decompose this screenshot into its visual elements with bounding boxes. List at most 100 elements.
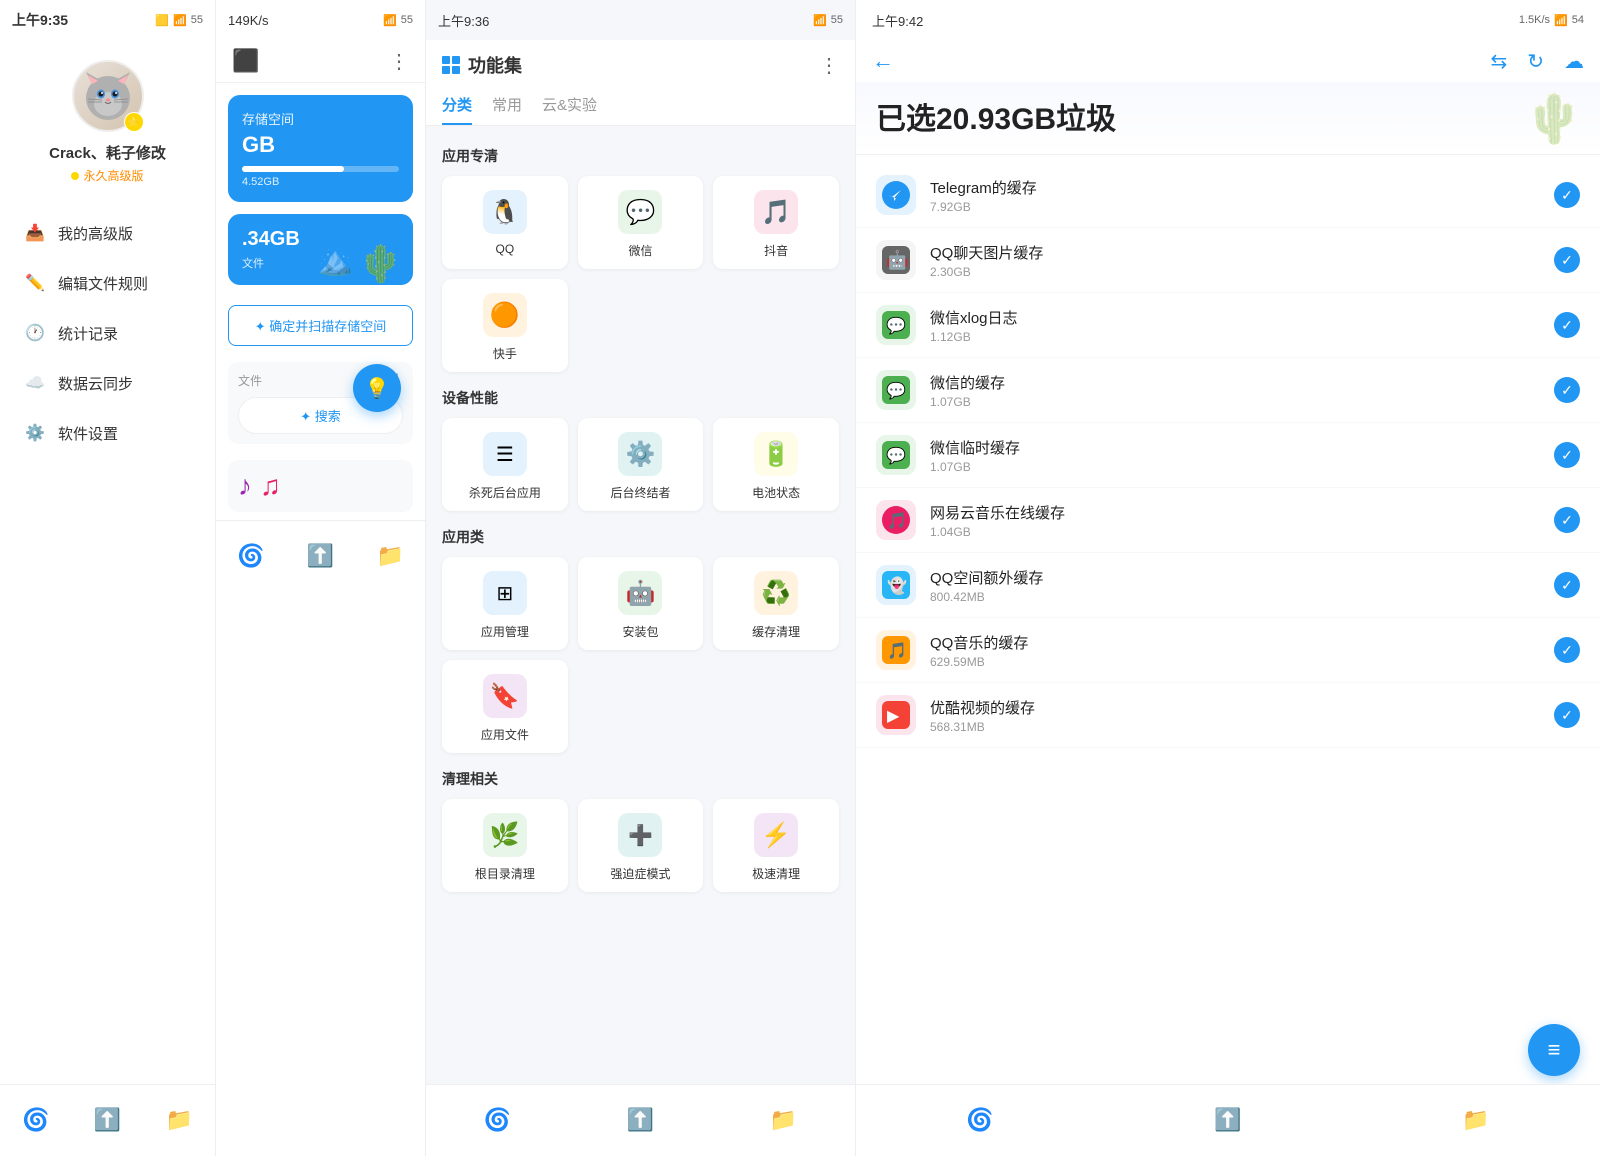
more-icon-3[interactable]: ⋮ [819, 53, 839, 78]
menu-item-stats[interactable]: 🕐 统计记录 [0, 308, 215, 358]
wechat-xlog-info: 微信xlog日志 1.12GB [930, 307, 1554, 344]
telegram-info: Telegram的缓存 7.92GB [930, 177, 1554, 214]
app-files-icon-wrapper: 🔖 [483, 674, 527, 718]
carousel-icon[interactable]: ⬛ [232, 48, 259, 74]
wechat-tmp-size: 1.07GB [930, 460, 1554, 474]
feature-cache-clean[interactable]: ♻️ 缓存清理 [713, 557, 839, 650]
clean-fab[interactable]: ≡ [1528, 1024, 1580, 1076]
tab-category[interactable]: 分类 [442, 94, 472, 125]
menu-item-cloud[interactable]: ☁️ 数据云同步 [0, 358, 215, 408]
junk-item-wechat-cache[interactable]: 💬 微信的缓存 1.07GB ✓ [856, 358, 1600, 423]
storage-used: 4.52GB [242, 176, 399, 188]
feature-kill-bg[interactable]: ☰ 杀死后台应用 [442, 418, 568, 511]
kuaishou-icon-wrapper: 🟠 [483, 293, 527, 337]
kuaishou-icon: 🟠 [490, 301, 520, 330]
menu-item-premium[interactable]: 📥 我的高级版 [0, 208, 215, 258]
junk-item-netease[interactable]: 🎵 网易云音乐在线缓存 1.04GB ✓ [856, 488, 1600, 553]
tab-common[interactable]: 常用 [492, 94, 522, 125]
qq-chat-info: QQ聊天图片缓存 2.30GB [930, 242, 1554, 279]
feature-grid-clean: 🌿 根目录清理 ➕ 强迫症模式 ⚡ 极速清理 [442, 799, 839, 892]
avatar-wrapper[interactable]: ⭐ [72, 60, 144, 132]
nav-move-4[interactable]: ⬆️ [1202, 1099, 1253, 1143]
stats-icon: 🕐 [24, 322, 46, 344]
youku-info: 优酷视频的缓存 568.31MB [930, 697, 1554, 734]
feature-bg-killer[interactable]: ⚙️ 后台终结者 [578, 418, 704, 511]
wechat-xlog-name: 微信xlog日志 [930, 307, 1554, 328]
nav-clean-4[interactable]: 🌀 [954, 1099, 1005, 1143]
junk-list[interactable]: Telegram的缓存 7.92GB ✓ 🤖 QQ聊天图片缓存 2.30GB ✓… [856, 155, 1600, 1156]
profile-section: ⭐ Crack、耗子修改 永久高级版 [0, 40, 215, 200]
cactus-deco: 🌵 [358, 243, 403, 285]
feature-ocd[interactable]: ➕ 强迫症模式 [578, 799, 704, 892]
netease-check[interactable]: ✓ [1554, 507, 1580, 533]
feature-app-mgr[interactable]: ⊞ 应用管理 [442, 557, 568, 650]
junk-item-wechat-xlog[interactable]: 💬 微信xlog日志 1.12GB ✓ [856, 293, 1600, 358]
nav-clean-3[interactable]: 🌀 [472, 1099, 523, 1143]
back-btn[interactable]: ← [872, 48, 894, 74]
netease-info: 网易云音乐在线缓存 1.04GB [930, 502, 1554, 539]
nav-clean-2[interactable]: 🌀 [225, 535, 276, 579]
float-action-btn-2[interactable]: 💡 [353, 364, 401, 412]
feature-fast-clean[interactable]: ⚡ 极速清理 [713, 799, 839, 892]
svg-text:🤖: 🤖 [886, 249, 908, 270]
panel-sidebar: 上午9:35 🟨 📶 55 [0, 0, 215, 1156]
username: Crack、耗子修改 [49, 142, 166, 163]
feature-wechat[interactable]: 💬 微信 [578, 176, 704, 269]
youku-size: 568.31MB [930, 720, 1554, 734]
dir-clean-icon: 🌿 [490, 821, 520, 850]
more-icon-2[interactable]: ⋮ [389, 49, 409, 74]
wechat-xlog-check[interactable]: ✓ [1554, 312, 1580, 338]
wechat-cache-name: 微信的缓存 [930, 372, 1554, 393]
qq-music-check[interactable]: ✓ [1554, 637, 1580, 663]
nav-folder-4[interactable]: 📁 [1450, 1099, 1501, 1143]
feature-apk[interactable]: 🤖 安装包 [578, 557, 704, 650]
wechat-icon: 💬 [626, 198, 656, 227]
refresh-icon[interactable]: ↻ [1527, 49, 1544, 74]
wechat-cache-check[interactable]: ✓ [1554, 377, 1580, 403]
nav-folder-2[interactable]: 📁 [364, 535, 415, 579]
qq-chat-app-icon: 🤖 [876, 240, 916, 280]
qq-space-check[interactable]: ✓ [1554, 572, 1580, 598]
qq-space-name: QQ空间额外缓存 [930, 567, 1554, 588]
feature-dir-clean[interactable]: 🌿 根目录清理 [442, 799, 568, 892]
douyin-icon-wrapper: 🎵 [754, 190, 798, 234]
junk-item-youku[interactable]: ▶ 优酷视频的缓存 568.31MB ✓ [856, 683, 1600, 748]
bottom-nav-3: 🌀 ⬆️ 📁 [426, 1084, 855, 1156]
menu-item-settings[interactable]: ⚙️ 软件设置 [0, 408, 215, 458]
cache-clean-icon: ♻️ [761, 579, 791, 608]
status-bar-3: 上午9:36 📶 55 [426, 0, 855, 40]
qq-chat-check[interactable]: ✓ [1554, 247, 1580, 273]
menu-label-rules: 编辑文件规则 [58, 273, 148, 294]
nav-move-1[interactable]: ⬆️ [82, 1099, 133, 1143]
nav-clean-1[interactable]: 🌀 [10, 1099, 61, 1143]
junk-item-qq-music[interactable]: 🎵 QQ音乐的缓存 629.59MB ✓ [856, 618, 1600, 683]
nav-folder-3[interactable]: 📁 [758, 1099, 809, 1143]
panel3-title: 功能集 [442, 52, 522, 78]
junk-item-qq-chat[interactable]: 🤖 QQ聊天图片缓存 2.30GB ✓ [856, 228, 1600, 293]
status-icons-1: 🟨 📶 55 [155, 14, 203, 27]
features-scroll[interactable]: 应用专清 🐧 QQ 💬 微信 🎵 抖音 [426, 126, 855, 1084]
fast-clean-label: 极速清理 [752, 865, 800, 882]
feature-app-files[interactable]: 🔖 应用文件 [442, 660, 568, 753]
app-mgr-icon-wrapper: ⊞ [483, 571, 527, 615]
cloud-upload-icon[interactable]: ☁ [1564, 49, 1584, 74]
youku-check[interactable]: ✓ [1554, 702, 1580, 728]
telegram-check[interactable]: ✓ [1554, 182, 1580, 208]
feature-douyin[interactable]: 🎵 抖音 [713, 176, 839, 269]
nav-folder-1[interactable]: 📁 [153, 1099, 204, 1143]
feature-kuaishou[interactable]: 🟠 快手 [442, 279, 568, 372]
feature-battery[interactable]: 🔋 电池状态 [713, 418, 839, 511]
nav-move-3[interactable]: ⬆️ [615, 1099, 666, 1143]
junk-item-telegram[interactable]: Telegram的缓存 7.92GB ✓ [856, 163, 1600, 228]
wechat-tmp-check[interactable]: ✓ [1554, 442, 1580, 468]
nav-move-2[interactable]: ⬆️ [295, 535, 346, 579]
feature-qq[interactable]: 🐧 QQ [442, 176, 568, 269]
menu-item-rules[interactable]: ✏️ 编辑文件规则 [0, 258, 215, 308]
junk-item-qq-space[interactable]: 👻 QQ空间额外缓存 800.42MB ✓ [856, 553, 1600, 618]
junk-item-wechat-tmp[interactable]: 💬 微信临时缓存 1.07GB ✓ [856, 423, 1600, 488]
wechat-label: 微信 [628, 242, 652, 259]
switch-icon[interactable]: ⇆ [1490, 49, 1507, 74]
music-note-right: ♫ [260, 470, 281, 502]
tab-cloud[interactable]: 云&实验 [542, 94, 597, 125]
confirm-scan-btn[interactable]: 确定并扫描存储空间 [228, 305, 413, 346]
